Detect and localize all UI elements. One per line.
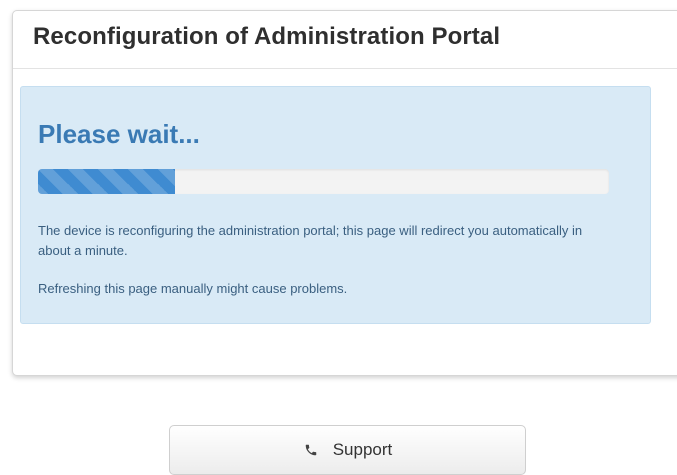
redirect-message: The device is reconfiguring the administ… [38,223,583,258]
panel-header: Reconfiguration of Administration Portal [13,11,677,69]
info-alert: Please wait... The device is reconfiguri… [20,86,651,324]
support-label: Support [332,440,393,459]
progress-bar [38,169,176,194]
alert-heading: Please wait... [38,119,200,149]
support-button[interactable]: Support [169,425,526,475]
refresh-warning: Refreshing this page manually might caus… [38,281,348,296]
progress-track [38,169,609,194]
panel-title: Reconfiguration of Administration Portal [33,23,501,50]
phone-icon [303,442,319,458]
